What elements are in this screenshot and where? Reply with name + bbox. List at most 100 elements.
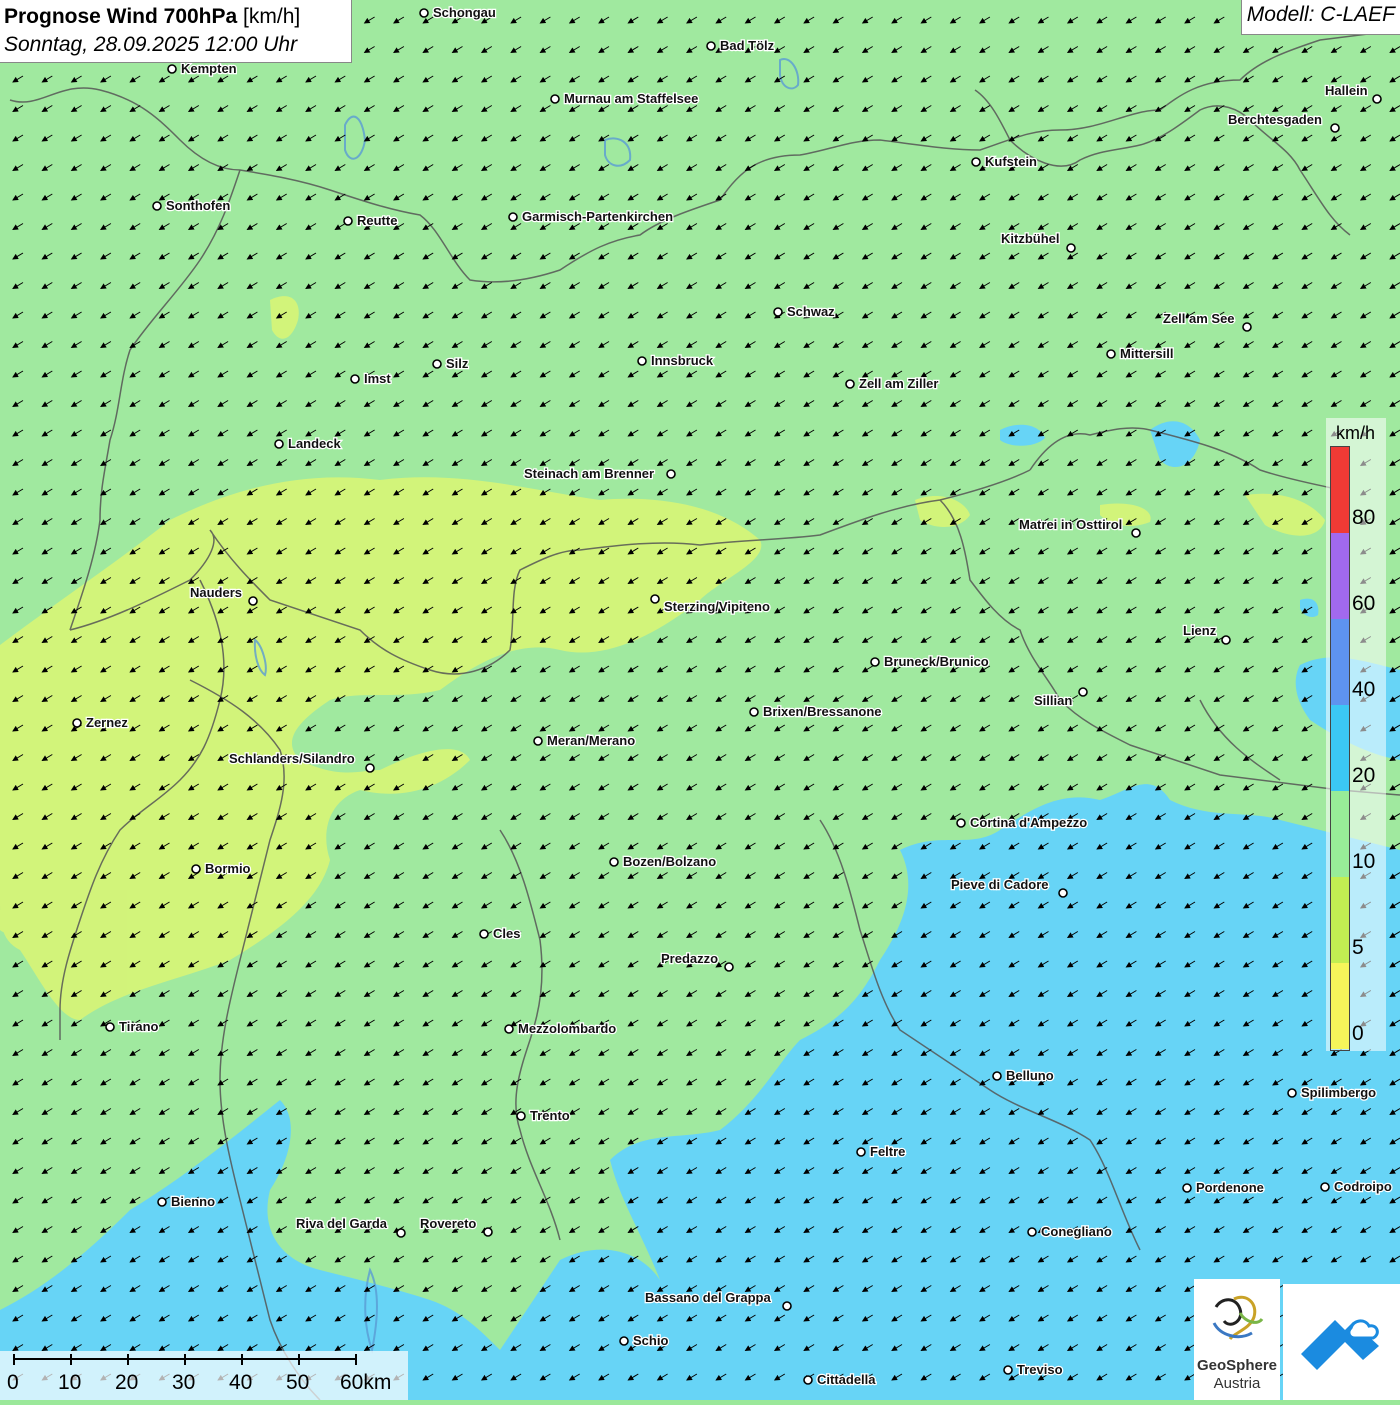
city-dot <box>1003 1365 1013 1375</box>
city-dot <box>1330 123 1340 133</box>
city-label: Kufstein <box>985 154 1037 169</box>
city-dot <box>365 763 375 773</box>
geosphere-logo[interactable]: GeoSphere Austria <box>1194 1279 1280 1400</box>
city-label: Bozen/Bolzano <box>623 854 716 869</box>
city-label: Zell am See <box>1163 311 1235 326</box>
city-dot <box>773 307 783 317</box>
city-marker: Bruneck/Brunico <box>870 653 990 670</box>
city-label: Predazzo <box>661 951 718 966</box>
city-dot <box>619 1336 629 1346</box>
city-marker: Murnau am Staffelsee <box>550 90 700 107</box>
city-label: Riva del Garda <box>296 1216 388 1231</box>
city-label: Bruneck/Brunico <box>884 654 989 669</box>
city-label: Lienz <box>1183 623 1217 638</box>
city-label: Mezzolombardo <box>518 1021 616 1036</box>
city-dot <box>1066 243 1076 253</box>
warnapp-logo[interactable] <box>1283 1284 1400 1400</box>
city-dot <box>504 1024 514 1034</box>
city-dot <box>956 818 966 828</box>
city-dot <box>533 736 543 746</box>
color-legend: km/h 80 60 40 20 10 5 0 <box>1326 418 1386 1051</box>
city-label: Brixen/Bressanone <box>763 704 882 719</box>
city-dot <box>152 201 162 211</box>
city-dot <box>483 1227 493 1237</box>
title-unit: [km/h] <box>237 5 301 28</box>
city-label: Conegliano <box>1041 1224 1112 1239</box>
city-dot <box>1131 528 1141 538</box>
city-marker: Zell am Ziller <box>845 375 940 392</box>
city-label: Innsbruck <box>651 353 714 368</box>
city-dot <box>419 8 429 18</box>
legend-unit: km/h <box>1336 423 1376 443</box>
city-label: Landeck <box>288 436 342 451</box>
city-label: Mittersill <box>1120 346 1173 361</box>
city-dot <box>516 1111 526 1121</box>
city-label: Sterzing/Vipiteno <box>664 599 770 614</box>
city-label: Schlanders/Silandro <box>229 751 355 766</box>
city-dot <box>1027 1227 1037 1237</box>
legend-color-segment <box>1331 963 1349 1049</box>
city-dot <box>856 1147 866 1157</box>
city-label: Treviso <box>1017 1362 1063 1377</box>
city-dot <box>666 469 676 479</box>
city-marker: Conegliano <box>1027 1223 1113 1240</box>
city-dot <box>870 657 880 667</box>
legend-tick-label: 20 <box>1352 764 1376 787</box>
city-dot <box>1287 1088 1297 1098</box>
city-dot <box>1106 349 1116 359</box>
city-label: Murnau am Staffelsee <box>564 91 698 106</box>
city-label: Cles <box>493 926 520 941</box>
city-label: Steinach am Brenner <box>524 466 654 481</box>
city-label: Feltre <box>870 1144 905 1159</box>
city-label: Bormio <box>205 861 251 876</box>
city-dot <box>1078 687 1088 697</box>
legend-color-segment <box>1331 619 1349 705</box>
city-label: Imst <box>364 371 391 386</box>
scale-label: 0 <box>7 1371 19 1394</box>
mountain-cloud-icon <box>1301 1319 1379 1370</box>
city-marker: Brixen/Bressanone <box>749 703 883 720</box>
scale-bar: 0 10 20 30 40 50 60km <box>0 1351 408 1400</box>
city-label: Trento <box>530 1108 570 1123</box>
city-label: Belluno <box>1006 1068 1054 1083</box>
city-label: Schio <box>633 1333 668 1348</box>
city-dot <box>1182 1183 1192 1193</box>
city-dot <box>105 1022 115 1032</box>
city-label: Kitzbühel <box>1001 231 1060 246</box>
scale-label: 50 <box>286 1371 310 1394</box>
geosphere-country: Austria <box>1213 1375 1261 1392</box>
city-label: Schongau <box>433 5 496 20</box>
city-label: Hallein <box>1325 83 1368 98</box>
city-dot <box>609 857 619 867</box>
city-marker: Bozen/Bolzano <box>609 853 717 870</box>
city-dot <box>1058 888 1068 898</box>
city-dot <box>803 1375 813 1385</box>
city-marker: Pordenone <box>1182 1179 1265 1196</box>
city-dot <box>350 374 360 384</box>
legend-color-segment <box>1331 877 1349 963</box>
scale-label: 30 <box>172 1371 196 1394</box>
city-label: Pordenone <box>1196 1180 1264 1195</box>
city-dot <box>72 718 82 728</box>
legend-tick-label: 0 <box>1352 1022 1364 1045</box>
wind-map: Schongau Bad Tölz Kempten Murnau am Staffel… <box>0 0 1400 1400</box>
city-label: Silz <box>446 356 469 371</box>
geosphere-swirl-icon <box>1212 1295 1264 1341</box>
city-dot <box>157 1197 167 1207</box>
city-label: Zell am Ziller <box>859 376 938 391</box>
forecast-datetime: Sonntag, 28.09.2025 12:00 Uhr <box>4 33 298 56</box>
legend-color-segment <box>1331 791 1349 877</box>
city-label: Bienno <box>171 1194 215 1209</box>
scale-label: 10 <box>58 1371 82 1394</box>
scale-label: 40 <box>229 1371 253 1394</box>
city-dot <box>724 962 734 972</box>
legend-color-segment <box>1331 447 1349 533</box>
city-label: Spilimbergo <box>1301 1085 1376 1100</box>
city-dot <box>1320 1182 1330 1192</box>
city-dot <box>1221 635 1231 645</box>
city-dot <box>343 216 353 226</box>
city-dot <box>845 379 855 389</box>
legend-tick-label: 5 <box>1352 936 1364 959</box>
city-marker: Meran/Merano <box>533 732 636 749</box>
city-dot <box>637 356 647 366</box>
